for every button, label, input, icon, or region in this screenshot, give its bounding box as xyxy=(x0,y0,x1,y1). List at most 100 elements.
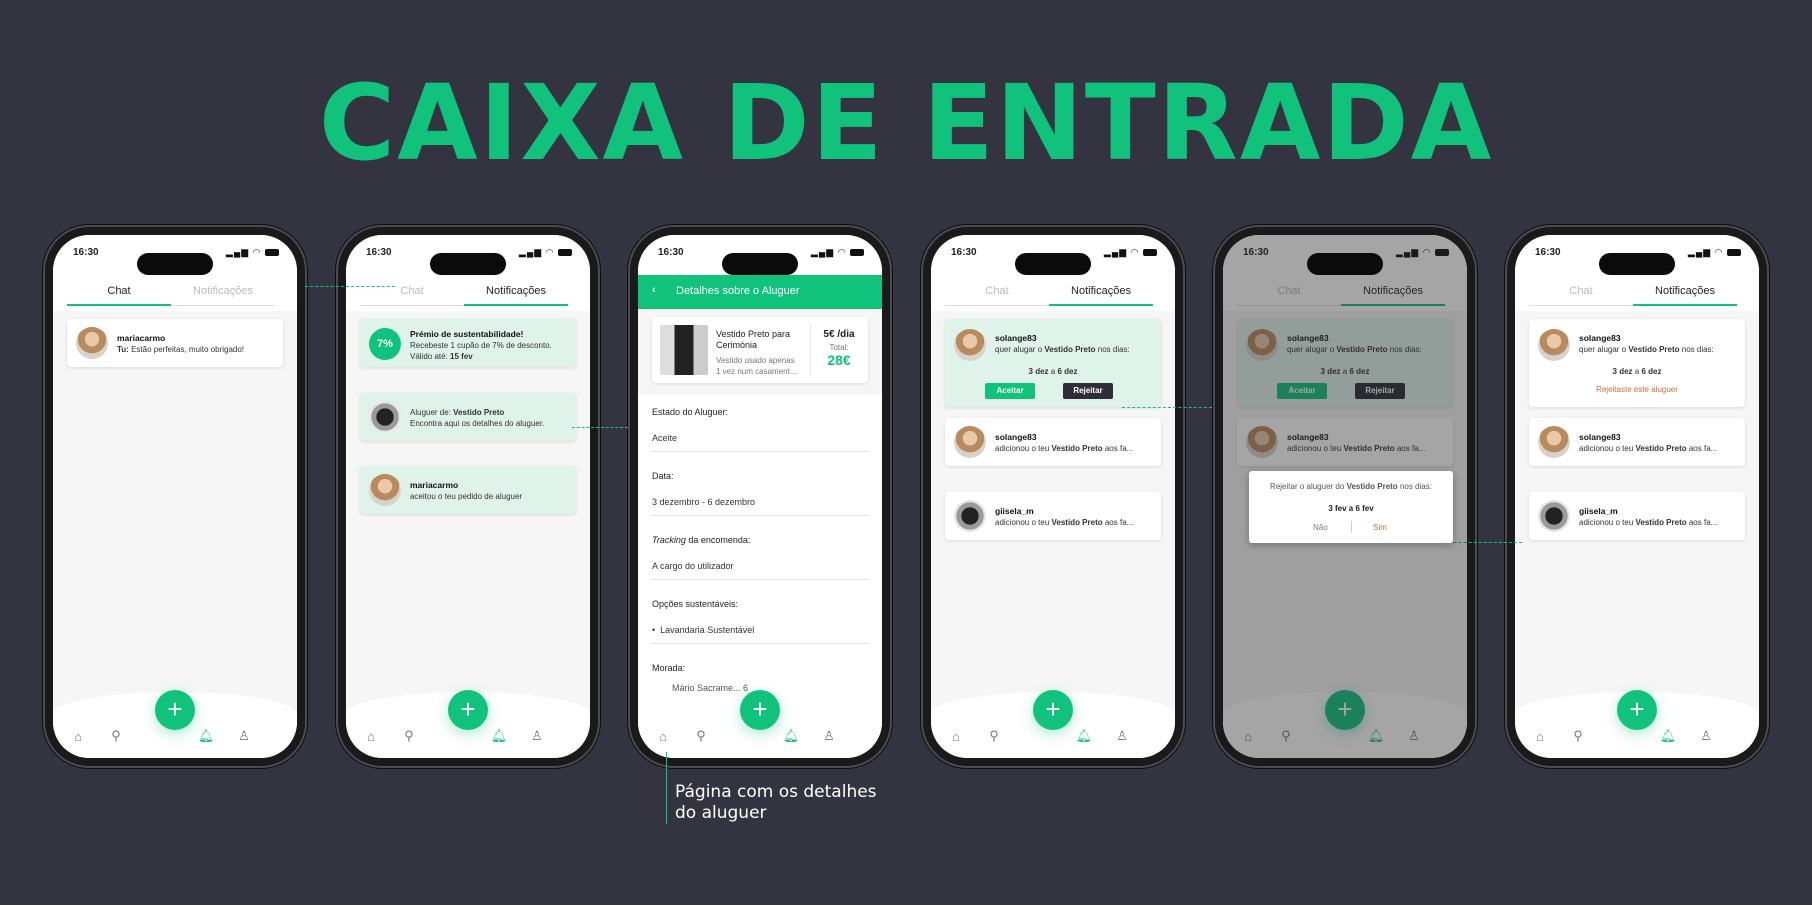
phone-rejeitado: 16:30 ▂▄▆ ◠ Chat Notificações solange83 … xyxy=(1505,225,1769,768)
user-icon[interactable]: ♙ xyxy=(1113,728,1131,744)
date-sep: a xyxy=(1634,367,1640,376)
phone-detalhes: 16:30 ▂▄▆ ◠ ‹ Detalhes sobre o Aluguer V… xyxy=(628,225,892,768)
bell-icon[interactable]: 🔔︎ xyxy=(197,728,215,744)
search-icon[interactable]: ⚲ xyxy=(400,728,418,744)
add-button[interactable]: + xyxy=(1617,690,1657,730)
dialog-yes-button[interactable]: Sim xyxy=(1373,523,1387,532)
morada-label: Morada: xyxy=(652,663,686,673)
status-time: 16:30 xyxy=(1535,247,1561,258)
search-icon[interactable]: ⚲ xyxy=(985,728,1003,744)
added-item: Vestido Preto xyxy=(1051,518,1103,527)
tab-bar: Chat Notificações xyxy=(346,275,590,311)
search-icon[interactable]: ⚲ xyxy=(1569,728,1587,744)
add-button[interactable]: + xyxy=(448,690,488,730)
user-name: giisela_m xyxy=(995,506,1034,516)
battery-icon xyxy=(558,249,572,257)
request-text: quer alugar o xyxy=(1579,345,1627,354)
tracking-label: da encomenda: xyxy=(688,535,751,545)
request-dates: 3 dez a 6 dez xyxy=(1529,367,1745,376)
add-button[interactable]: + xyxy=(1033,690,1073,730)
user-name: solange83 xyxy=(1579,432,1621,442)
requester-name: solange83 xyxy=(995,333,1037,343)
opcoes-value: Lavandaria Sustentável xyxy=(660,625,755,635)
bell-icon[interactable]: 🔔︎ xyxy=(1659,728,1677,744)
home-icon[interactable]: ⌂ xyxy=(362,729,380,744)
avatar xyxy=(369,474,401,506)
accept-button[interactable]: Aceitar xyxy=(985,383,1035,399)
tab-notificacoes[interactable]: Notificações xyxy=(464,285,568,306)
home-icon[interactable]: ⌂ xyxy=(947,729,965,744)
product-image xyxy=(660,325,708,375)
battery-icon xyxy=(850,249,864,257)
data-value: 3 dezembro - 6 dezembro xyxy=(652,497,868,516)
bell-icon[interactable]: 🔔︎ xyxy=(490,728,508,744)
caption: Página com os detalhes do aluguer xyxy=(675,782,877,823)
product-description: Vestido usado apenas 1 vez num casament.… xyxy=(716,356,797,376)
plus-icon: + xyxy=(460,694,476,724)
flow-connector xyxy=(305,286,395,287)
added-item: Vestido Preto xyxy=(1051,444,1103,453)
product-card[interactable]: Vestido Preto para Cerimónia Vestido usa… xyxy=(652,317,868,383)
user-icon[interactable]: ♙ xyxy=(820,728,838,744)
notification-rental[interactable]: Aluguer de: Vestido Preto Encontra aqui … xyxy=(360,393,576,441)
chat-list-item[interactable]: mariacarmo Tu: Estão perfeitas, muito ob… xyxy=(67,319,283,367)
request-text-end: nos dias: xyxy=(1097,345,1130,354)
tracking-value: A cargo do utilizador xyxy=(652,561,868,580)
home-icon[interactable]: ⌂ xyxy=(1531,729,1549,744)
user-name: mariacarmo xyxy=(410,480,459,490)
tab-notificacoes[interactable]: Notificações xyxy=(1633,285,1737,306)
home-icon[interactable]: ⌂ xyxy=(654,729,672,744)
notification-added[interactable]: giisela_m adicionou o teu Vestido Preto … xyxy=(945,492,1161,540)
rental-request-rejected[interactable]: solange83 quer alugar o Vestido Preto no… xyxy=(1529,319,1745,407)
add-button[interactable]: + xyxy=(740,690,780,730)
tab-chat[interactable]: Chat xyxy=(945,285,1049,306)
rental-request[interactable]: solange83 quer alugar o Vestido Preto no… xyxy=(945,319,1161,407)
data-label: Data: xyxy=(652,471,674,481)
accepted-text: aceitou o teu pedido de aluguer xyxy=(410,492,523,501)
home-icon[interactable]: ⌂ xyxy=(69,729,87,744)
chat-prefix: Tu: xyxy=(117,345,129,354)
reject-dialog: Rejeitar o aluguer do Vestido Preto nos … xyxy=(1249,471,1453,543)
status-icons: ▂▄▆ ◠ xyxy=(1104,247,1157,258)
user-icon[interactable]: ♙ xyxy=(528,728,546,744)
phone-dialog: 16:30 ▂▄▆ ◠ Chat Notificações solange83 … xyxy=(1213,225,1477,768)
bell-icon[interactable]: 🔔︎ xyxy=(1075,728,1093,744)
tab-chat[interactable]: Chat xyxy=(67,285,171,306)
screen: 16:30 ▂▄▆ ◠ ‹ Detalhes sobre o Aluguer V… xyxy=(638,235,882,758)
user-icon[interactable]: ♙ xyxy=(235,728,253,744)
tab-chat[interactable]: Chat xyxy=(1529,285,1633,306)
user-icon[interactable]: ♙ xyxy=(1697,728,1715,744)
tab-notificacoes[interactable]: Notificações xyxy=(171,285,275,306)
tab-notificacoes[interactable]: Notificações xyxy=(1049,285,1153,306)
dialog-no-button[interactable]: Não xyxy=(1313,523,1328,532)
notification-added[interactable]: solange83 adicionou o teu Vestido Preto … xyxy=(1529,418,1745,466)
added-text-end: aos fa... xyxy=(1104,518,1134,527)
valid-date: 15 fev xyxy=(450,352,473,361)
request-dates: 3 dez a 6 dez xyxy=(945,367,1161,376)
add-button[interactable]: + xyxy=(155,690,195,730)
status-icons: ▂▄▆ ◠ xyxy=(226,247,279,258)
notification-added[interactable]: solange83 adicionou o teu Vestido Preto … xyxy=(945,418,1161,466)
search-icon[interactable]: ⚲ xyxy=(107,728,125,744)
reject-button[interactable]: Rejeitar xyxy=(1063,383,1113,399)
added-item: Vestido Preto xyxy=(1635,444,1687,453)
dialog-text-end: nos dias: xyxy=(1399,482,1432,491)
search-icon[interactable]: ⚲ xyxy=(692,728,710,744)
date-start: 3 dez xyxy=(1612,367,1633,376)
added-text-end: aos fa... xyxy=(1104,444,1134,453)
estado-label: Estado do Aluguer: xyxy=(652,407,729,417)
status-icons: ▂▄▆ ◠ xyxy=(811,247,864,258)
estado-value: Aceite xyxy=(652,433,868,452)
status-time: 16:30 xyxy=(951,247,977,258)
price-per-day: 5€ /dia xyxy=(823,329,855,340)
notification-accepted[interactable]: mariacarmo aceitou o teu pedido de alugu… xyxy=(360,466,576,514)
added-item: Vestido Preto xyxy=(1635,518,1687,527)
notification-added[interactable]: giisela_m adicionou o teu Vestido Preto … xyxy=(1529,492,1745,540)
back-chevron-icon[interactable]: ‹ xyxy=(652,284,656,296)
product-thumbnail xyxy=(369,401,401,433)
battery-icon xyxy=(265,249,279,257)
tab-chat[interactable]: Chat xyxy=(360,285,464,306)
bell-icon[interactable]: 🔔︎ xyxy=(782,728,800,744)
status-time: 16:30 xyxy=(366,247,392,258)
notification-coupon[interactable]: 7% Prémio de sustentabilidade! Recebeste… xyxy=(360,319,576,367)
